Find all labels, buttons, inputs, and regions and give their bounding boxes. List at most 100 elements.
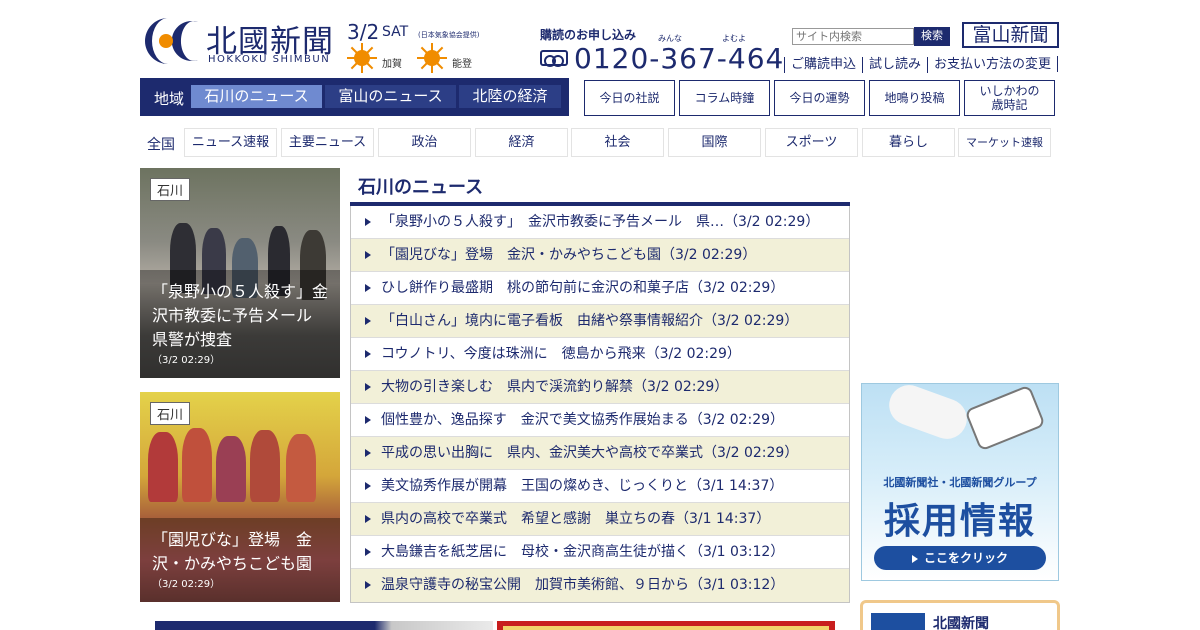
ishikawa-calendar-button[interactable]: いしかわの 歳時記 — [964, 80, 1055, 116]
bottom-banner-2[interactable] — [497, 621, 835, 630]
sun-icon — [347, 43, 377, 73]
tab-international[interactable]: 国際 — [668, 128, 761, 157]
arrow-right-icon — [365, 548, 371, 556]
news-headline: 大島鎌吉を紙芝居に 母校・金沢商高生徒が描く（3/1 03:12） — [381, 544, 785, 560]
feature-story-2[interactable]: 石川 「園児びな」登場 金沢・かみやちこども園 （3/2 02:29） — [140, 392, 340, 602]
promo-banner[interactable]: 北國新聞 — [860, 600, 1060, 630]
news-section-title: 石川のニュース — [358, 177, 484, 198]
promo-title: 北國新聞 — [933, 616, 989, 630]
toyama-shimbun-link[interactable]: 富山新聞 — [962, 22, 1059, 48]
recruit-banner[interactable]: 北國新聞社・北國新聞グループ 採用情報 ここをクリック — [861, 383, 1059, 581]
subscribe-phone[interactable]: 0120-367-464 — [574, 42, 784, 75]
feature-time: （3/2 02:29） — [152, 355, 221, 366]
subscribe-heading: 購読のお申し込み — [540, 28, 637, 42]
arrow-right-icon — [365, 284, 371, 292]
news-headline: 「泉野小の５人殺す」 金沢市教委に予告メール 県…（3/2 02:29） — [381, 214, 820, 230]
site-search-input[interactable] — [792, 28, 914, 45]
photo-figure — [182, 428, 212, 502]
tab-living[interactable]: 暮らし — [862, 128, 955, 157]
tab-market-news[interactable]: マーケット速報 — [958, 128, 1051, 157]
horoscope-button[interactable]: 今日の運勢 — [774, 80, 865, 116]
news-item[interactable]: 大島鎌吉を紙芝居に 母校・金沢商高生徒が描く（3/1 03:12） — [351, 536, 849, 569]
site-logo[interactable]: 北國新聞 HOKKOKU SHIMBUN — [140, 16, 340, 68]
tab-top-news[interactable]: 主要ニュース — [281, 128, 374, 157]
news-headline: 美文協秀作展が開幕 王国の燦めき、じっくりと（3/1 14:37） — [381, 478, 784, 494]
news-item[interactable]: 「白山さん」境内に電子看板 由緒や祭事情報紹介（3/2 02:29） — [351, 305, 849, 338]
arrow-right-icon — [365, 251, 371, 259]
region-label: 地域 — [154, 90, 185, 108]
region-tag: 石川 — [150, 402, 191, 425]
arrow-right-icon — [365, 350, 371, 358]
bottom-banner-1[interactable] — [155, 621, 493, 630]
payment-change-link[interactable]: お支払い方法の変更 — [927, 56, 1057, 73]
weather-area-kaga: 加賀 — [382, 59, 402, 70]
sun-icon — [417, 43, 447, 73]
arrow-right-icon — [365, 317, 371, 325]
recruit-button-label: ここをクリック — [923, 551, 1008, 565]
subscription-links: ご購読申込 試し読み お支払い方法の変更 — [784, 56, 1059, 73]
news-headline: 県内の高校で卒業式 希望と感謝 巣立ちの春（3/1 14:37） — [381, 511, 771, 527]
news-item[interactable]: 大物の引き楽しむ 県内で渓流釣り解禁（3/2 02:29） — [351, 371, 849, 404]
photo-figure — [216, 436, 246, 502]
feature-story-1[interactable]: 石川 「泉野小の５人殺す」金沢市教委に予告メール 県警が捜査 （3/2 02:2… — [140, 168, 340, 378]
feature-time: （3/2 02:29） — [152, 579, 221, 590]
reader-post-button[interactable]: 地鳴り投稿 — [869, 80, 960, 116]
arrow-right-icon — [365, 482, 371, 490]
arrow-right-icon — [365, 416, 371, 424]
subscribe-link[interactable]: ご購読申込 — [784, 56, 862, 73]
trial-link[interactable]: 試し読み — [862, 56, 927, 73]
arrow-right-icon — [365, 581, 371, 589]
photo-figure — [286, 434, 316, 502]
news-headline: 「白山さん」境内に電子看板 由緒や祭事情報紹介（3/2 02:29） — [381, 313, 799, 329]
feature-headline: 「園児びな」登場 金沢・かみやちこども園 — [152, 530, 313, 573]
search-button[interactable]: 検索 — [914, 27, 950, 46]
arrow-right-icon — [365, 515, 371, 523]
tab-society[interactable]: 社会 — [571, 128, 664, 157]
news-headline: 平成の思い出胸に 県内、金沢美大や高校で卒業式（3/2 02:29） — [381, 445, 799, 461]
tab-ishikawa-news[interactable]: 石川のニュース — [191, 85, 322, 108]
feature-caption: 「泉野小の５人殺す」金沢市教委に予告メール 県警が捜査 （3/2 02:29） — [140, 270, 340, 378]
recruit-click-button[interactable]: ここをクリック — [874, 546, 1046, 570]
tab-sports[interactable]: スポーツ — [765, 128, 858, 157]
region-nav: 地域 石川のニュース 富山のニュース 北陸の経済 — [140, 78, 569, 116]
news-headline: コウノトリ、今度は珠洲に 徳島から飛来（3/2 02:29） — [381, 346, 741, 362]
news-headline: 温泉守護寺の秘宝公開 加賀市美術館、９日から（3/1 03:12） — [381, 577, 785, 593]
free-dial-icon — [540, 50, 568, 67]
news-item[interactable]: 「泉野小の５人殺す」 金沢市教委に予告メール 県…（3/2 02:29） — [351, 206, 849, 239]
news-headline: 「園児びな」登場 金沢・かみやちこども園（3/2 02:29） — [381, 247, 757, 263]
tab-hokuriku-economy[interactable]: 北陸の経済 — [459, 85, 561, 108]
logo-subtext: HOKKOKU SHIMBUN — [208, 54, 331, 65]
arrow-right-icon — [365, 218, 371, 226]
arrow-right-icon — [365, 449, 371, 457]
column-jisho-button[interactable]: コラム時鐘 — [679, 80, 770, 116]
news-headline: 個性豊か、逸品探す 金沢で美文協秀作展始まる（3/2 02:29） — [381, 412, 785, 428]
news-item[interactable]: ひし餅作り最盛期 桃の節句前に金沢の和菓子店（3/2 02:29） — [351, 272, 849, 305]
news-item[interactable]: 温泉守護寺の秘宝公開 加賀市美術館、９日から（3/1 03:12） — [351, 569, 849, 602]
weather-provider[interactable]: (日本気象協会提供) — [418, 30, 479, 40]
promo-logo-box — [871, 613, 925, 630]
weather-area-noto: 能登 — [452, 59, 472, 70]
editorial-button[interactable]: 今日の社説 — [584, 80, 675, 116]
news-item[interactable]: 個性豊か、逸品探す 金沢で美文協秀作展始まる（3/2 02:29） — [351, 404, 849, 437]
play-arrow-icon — [911, 554, 918, 563]
tab-breaking-news[interactable]: ニュース速報 — [184, 128, 277, 157]
today-date: 3/2 — [347, 20, 380, 44]
category-label-national[interactable]: 全国 — [147, 134, 175, 154]
news-item[interactable]: 「園児びな」登場 金沢・かみやちこども園（3/2 02:29） — [351, 239, 849, 272]
smartphone-icon — [964, 384, 1046, 452]
photo-figure — [250, 430, 280, 502]
tab-toyama-news[interactable]: 富山のニュース — [325, 85, 456, 108]
news-item[interactable]: 美文協秀作展が開幕 王国の燦めき、じっくりと（3/1 14:37） — [351, 470, 849, 503]
logo-mark-icon — [145, 18, 198, 64]
tab-politics[interactable]: 政治 — [378, 128, 471, 157]
today-weekday: SAT — [382, 24, 409, 40]
news-item[interactable]: 平成の思い出胸に 県内、金沢美大や高校で卒業式（3/2 02:29） — [351, 437, 849, 470]
news-item[interactable]: 県内の高校で卒業式 希望と感謝 巣立ちの春（3/1 14:37） — [351, 503, 849, 536]
arrow-right-icon — [365, 383, 371, 391]
feature-caption: 「園児びな」登場 金沢・かみやちこども園 （3/2 02:29） — [140, 518, 340, 602]
news-item[interactable]: コウノトリ、今度は珠洲に 徳島から飛来（3/2 02:29） — [351, 338, 849, 371]
recruit-title: 採用情報 — [883, 501, 1036, 542]
tab-economy[interactable]: 経済 — [475, 128, 568, 157]
news-headline: ひし餅作り最盛期 桃の節句前に金沢の和菓子店（3/2 02:29） — [381, 280, 785, 296]
hand-illustration — [883, 384, 973, 445]
